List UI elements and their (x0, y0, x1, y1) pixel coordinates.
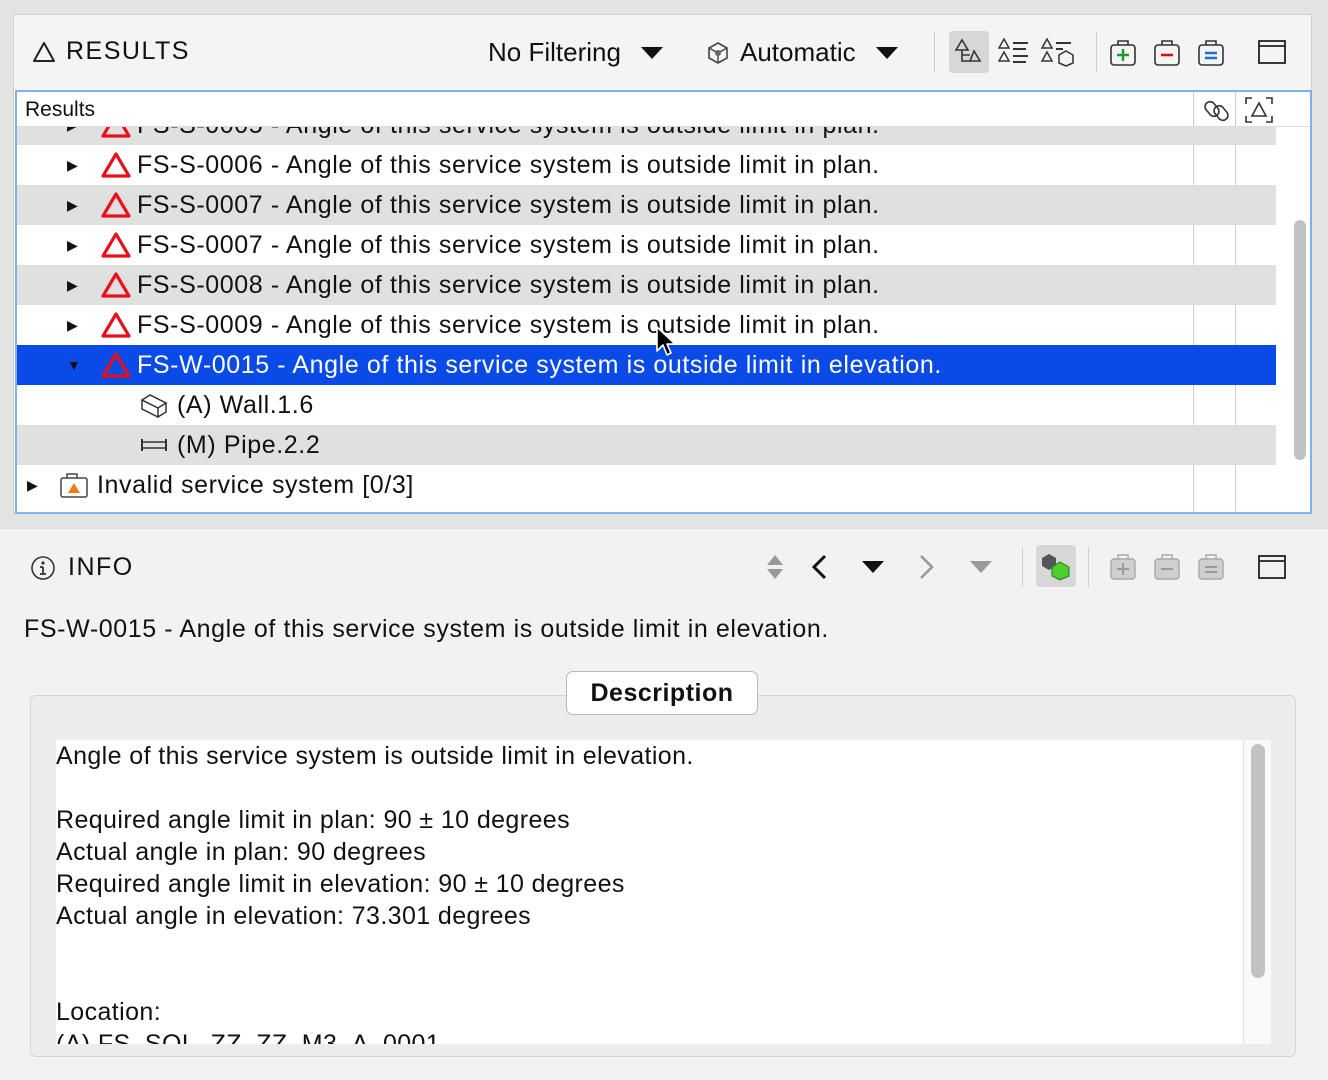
tree-header: Results (17, 92, 1310, 127)
results-scrollbar[interactable] (1294, 220, 1306, 460)
list-view-button[interactable] (994, 31, 1034, 73)
warning-outline-icon (33, 41, 55, 62)
description-text-area[interactable]: Angle of this service system is outside … (56, 740, 1271, 1044)
results-title: RESULTS (32, 37, 190, 66)
bag-plus-disabled-icon[interactable] (1108, 551, 1138, 581)
result-label: FS-S-0009 - Angle of this service system… (137, 310, 880, 339)
bag-equal-disabled-icon[interactable] (1196, 551, 1226, 581)
forward-history-dropdown-icon[interactable] (970, 561, 992, 573)
tree-rows: ▶ FS-S-0005 - Angle of this service syst… (17, 127, 1276, 512)
result-label: FS-S-0005 - Angle of this service system… (137, 127, 880, 140)
remove-button[interactable] (1147, 31, 1187, 73)
show-3d-button[interactable] (1036, 545, 1076, 587)
cube-green-icon (1042, 554, 1070, 581)
info-title-label: INFO (68, 553, 134, 581)
expand-arrow-icon[interactable]: ▶ (67, 237, 78, 254)
info-panel: INFO FS-W-0015 - Angle of this service s… (0, 529, 1328, 1080)
tree-row-selected[interactable]: ▼ FS-W-0015 - Angle of this service syst… (17, 345, 1276, 385)
result-label: FS-W-0015 - Angle of this service system… (137, 350, 942, 379)
sort-icon[interactable] (764, 553, 786, 581)
window-maximize-icon (1258, 40, 1286, 64)
add-button[interactable] (1103, 31, 1143, 73)
tree-view-button[interactable] (949, 31, 989, 73)
results-tree[interactable]: Results ▶ FS-S-0005 - Angle of this serv… (15, 90, 1312, 514)
list-warning-icon (998, 37, 1028, 63)
result-label: FS-S-0006 - Angle of this service system… (137, 150, 880, 179)
element-label: (A) Wall.1.6 (177, 390, 314, 419)
results-column-header[interactable]: Results (25, 98, 95, 122)
results-title-label: RESULTS (66, 37, 190, 65)
toolbar-divider (1022, 547, 1023, 587)
result-label: FS-S-0008 - Angle of this service system… (137, 270, 880, 299)
pipe-icon (141, 439, 167, 451)
tree-row[interactable]: ▶ FS-S-0005 - Angle of this service syst… (17, 127, 1276, 145)
bag-minus-disabled-icon[interactable] (1152, 551, 1182, 581)
bag-plus-icon (1110, 40, 1136, 66)
tree-row[interactable]: ▶ FS-S-0006 - Angle of this service syst… (17, 145, 1276, 185)
description-text: Angle of this service system is outside … (56, 742, 694, 1044)
info-title: INFO (30, 553, 134, 582)
group-label: Invalid service system [0/3] (97, 470, 414, 499)
expand-arrow-icon[interactable]: ▶ (67, 317, 78, 334)
warning-triangle-icon (101, 352, 131, 378)
expand-arrow-icon[interactable]: ▶ (67, 277, 78, 294)
collapse-arrow-icon[interactable]: ▼ (67, 357, 81, 373)
forward-arrow-icon[interactable] (914, 553, 938, 581)
info-heading: FS-W-0015 - Angle of this service system… (24, 615, 829, 643)
result-label: FS-S-0007 - Angle of this service system… (137, 190, 880, 219)
chevron-down-icon (875, 46, 898, 59)
result-label: FS-S-0007 - Angle of this service system… (137, 230, 880, 259)
cube-gear-icon (708, 41, 728, 64)
info-icon (31, 555, 55, 580)
window-maximize-icon[interactable] (1257, 553, 1287, 581)
bag-equal-icon (1198, 40, 1224, 66)
wall-icon (140, 394, 168, 419)
expand-arrow-icon[interactable]: ▶ (67, 157, 78, 174)
warning-triangle-icon (101, 192, 131, 218)
warning-triangle-icon (101, 312, 131, 338)
maximize-button[interactable] (1252, 31, 1292, 73)
link-icon[interactable] (1203, 96, 1231, 124)
description-scrollbar-track[interactable] (1243, 740, 1271, 1044)
toolbar-divider (1088, 547, 1089, 587)
list-cube-icon (1041, 37, 1074, 67)
chevron-down-icon (640, 46, 663, 59)
tree-row[interactable]: (A) Wall.1.6 (17, 385, 1276, 425)
tree-row[interactable]: ▶ FS-S-0007 - Angle of this service syst… (17, 185, 1276, 225)
mode-dropdown[interactable]: Automatic (704, 37, 898, 68)
tree-row[interactable]: ▶ FS-S-0009 - Angle of this service syst… (17, 305, 1276, 345)
tree-row[interactable]: ▶ FS-S-0008 - Angle of this service syst… (17, 265, 1276, 305)
tree-row[interactable]: ▶ Invalid service system [0/3] (17, 465, 1276, 505)
grouped-view-button[interactable] (1038, 31, 1078, 73)
folder-warning-icon (60, 473, 88, 498)
description-scrollbar[interactable] (1251, 744, 1265, 978)
warning-triangle-icon (101, 232, 131, 258)
results-panel: RESULTS No Filtering Automatic Results ▶… (13, 14, 1312, 514)
filter-dropdown[interactable]: No Filtering (488, 37, 663, 68)
equal-button[interactable] (1191, 31, 1231, 73)
toolbar-divider (934, 32, 935, 72)
tree-row[interactable]: ▶ FS-S-0007 - Angle of this service syst… (17, 225, 1276, 265)
toolbar-divider (1096, 32, 1097, 72)
warning-triangle-icon (101, 127, 131, 138)
tree-row[interactable]: (M) Pipe.2.2 (17, 425, 1276, 465)
expand-arrow-icon[interactable]: ▶ (27, 477, 38, 494)
bag-minus-icon (1154, 40, 1180, 66)
warning-triangle-icon (101, 152, 131, 178)
element-label: (M) Pipe.2.2 (177, 430, 321, 459)
tree-hierarchy-icon (954, 38, 982, 62)
expand-arrow-icon[interactable]: ▶ (67, 127, 78, 134)
results-toolbar: RESULTS No Filtering Automatic (14, 15, 1311, 89)
warning-frame-icon[interactable] (1244, 96, 1274, 124)
tab-description[interactable]: Description (566, 671, 758, 715)
back-history-dropdown-icon[interactable] (862, 561, 884, 573)
mouse-cursor-icon (656, 326, 676, 356)
filter-dropdown-label: No Filtering (488, 37, 621, 67)
expand-arrow-icon[interactable]: ▶ (67, 197, 78, 214)
warning-triangle-icon (101, 272, 131, 298)
mode-dropdown-label: Automatic (740, 37, 856, 67)
back-arrow-icon[interactable] (808, 553, 832, 581)
